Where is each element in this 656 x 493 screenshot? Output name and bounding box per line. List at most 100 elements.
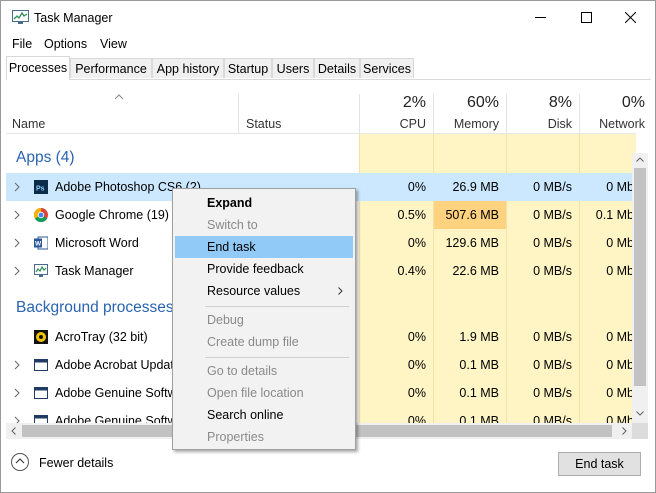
- process-cpu: 0%: [407, 236, 426, 250]
- process-disk: 0 MB/s: [533, 358, 572, 372]
- process-memory: 1.9 MB: [459, 330, 499, 344]
- collapse-circle-icon: [11, 453, 29, 471]
- maximize-button[interactable]: [563, 1, 609, 33]
- column-header-memory[interactable]: 60% Memory: [434, 80, 506, 133]
- column-header-status[interactable]: Status: [239, 80, 359, 133]
- vertical-scrollbar[interactable]: [632, 153, 648, 423]
- process-disk: 0 MB/s: [533, 330, 572, 344]
- disk-total-percent: 8%: [548, 94, 572, 111]
- group-header-apps[interactable]: Apps (4): [16, 149, 75, 167]
- process-cpu: 0%: [407, 386, 426, 400]
- tab-services[interactable]: Services: [360, 58, 414, 78]
- window-icon: [34, 387, 48, 399]
- process-memory: 26.9 MB: [434, 173, 506, 201]
- process-network: 0 Mb: [606, 330, 634, 344]
- menu-item-search-online[interactable]: Search online: [175, 404, 353, 426]
- process-cpu: 0%: [407, 330, 426, 344]
- tab-users[interactable]: Users: [272, 58, 314, 78]
- process-network: 0 Mb: [606, 236, 634, 250]
- chevron-right-icon[interactable]: [14, 210, 20, 220]
- process-network: 0 Mb: [580, 173, 636, 201]
- menu-item-resource-values-label: Resource values: [207, 284, 301, 298]
- column-header-cpu[interactable]: 2% CPU: [360, 80, 433, 133]
- menu-file[interactable]: File: [12, 37, 32, 51]
- process-cpu: 0.5%: [397, 208, 427, 222]
- chevron-right-icon[interactable]: [14, 360, 20, 370]
- menu-item-properties: Properties: [207, 430, 264, 444]
- memory-total-percent: 60%: [466, 94, 499, 111]
- chevron-right-icon[interactable]: [14, 266, 20, 276]
- submenu-arrow-icon: [338, 287, 343, 295]
- process-network: 0 Mb: [606, 386, 634, 400]
- scroll-right-icon[interactable]: [622, 427, 627, 435]
- window-title: Task Manager: [34, 11, 113, 25]
- context-menu: Expand Switch to End task Provide feedba…: [172, 188, 356, 450]
- svg-text:W: W: [35, 241, 42, 248]
- process-memory: 129.6 MB: [445, 236, 499, 250]
- scroll-left-icon[interactable]: [11, 427, 16, 435]
- cpu-label: CPU: [399, 117, 426, 131]
- process-name: Google Chrome (19): [55, 208, 169, 222]
- menu-item-resource-values[interactable]: Resource values: [175, 280, 353, 302]
- process-memory: 22.6 MB: [452, 264, 499, 278]
- process-memory: 507.6 MB: [434, 201, 506, 229]
- menu-bar: File Options View: [1, 34, 655, 54]
- process-disk: 0 MB/s: [533, 264, 572, 278]
- column-header-name[interactable]: Name: [6, 80, 238, 133]
- photoshop-icon: Ps: [34, 180, 48, 194]
- tab-app-history[interactable]: App history: [152, 58, 224, 78]
- chevron-right-icon[interactable]: [14, 238, 20, 248]
- cpu-total-percent: 2%: [402, 94, 426, 111]
- menu-options[interactable]: Options: [44, 37, 87, 51]
- menu-item-go-to-details: Go to details: [207, 364, 278, 378]
- maximize-icon: [580, 11, 592, 23]
- tab-strip: Processes Performance App history Startu…: [6, 56, 651, 80]
- word-icon: W: [34, 236, 48, 250]
- end-task-button[interactable]: End task: [558, 452, 641, 476]
- group-header-background[interactable]: Background processes: [16, 299, 174, 317]
- close-icon: [624, 11, 636, 23]
- menu-item-end-task[interactable]: End task: [175, 236, 353, 258]
- minimize-icon: [534, 16, 546, 18]
- tab-startup[interactable]: Startup: [224, 58, 272, 78]
- process-name: Adobe Acrobat Update: [55, 358, 181, 372]
- process-network: 0 Mb: [606, 264, 634, 278]
- minimize-button[interactable]: [517, 1, 563, 33]
- task-manager-app-icon: [12, 10, 29, 24]
- tab-performance[interactable]: Performance: [70, 58, 152, 78]
- process-disk: 0 MB/s: [533, 236, 572, 250]
- process-network: 0 Mb: [606, 358, 634, 372]
- column-name-label: Name: [12, 117, 46, 131]
- title-bar[interactable]: Task Manager: [1, 1, 655, 33]
- process-network: 0.1 Mb: [595, 208, 634, 222]
- fewer-details-button[interactable]: Fewer details: [11, 453, 131, 477]
- column-header-disk[interactable]: 8% Disk: [507, 80, 579, 133]
- scroll-down-icon[interactable]: [636, 411, 644, 416]
- menu-view[interactable]: View: [100, 37, 127, 51]
- process-name: AcroTray (32 bit): [55, 330, 148, 344]
- fewer-details-label: Fewer details: [39, 456, 114, 470]
- menu-item-open-file-location: Open file location: [207, 386, 304, 400]
- close-button[interactable]: [607, 1, 653, 33]
- process-disk: 0 MB/s: [533, 208, 572, 222]
- tab-details[interactable]: Details: [314, 58, 360, 78]
- acrotray-icon: [34, 330, 48, 344]
- vertical-scroll-thumb[interactable]: [634, 168, 646, 386]
- chrome-icon: [34, 208, 48, 222]
- task-manager-icon: [34, 264, 48, 277]
- sort-arrow-icon: [114, 94, 124, 100]
- chevron-right-icon[interactable]: [14, 388, 20, 398]
- column-header-network[interactable]: 0% Network: [580, 80, 651, 133]
- scroll-up-icon[interactable]: [636, 157, 644, 162]
- menu-item-expand[interactable]: Expand: [175, 192, 353, 214]
- menu-item-debug: Debug: [207, 313, 244, 327]
- chevron-right-icon[interactable]: [14, 182, 20, 192]
- menu-item-provide-feedback[interactable]: Provide feedback: [175, 258, 353, 280]
- network-label: Network: [599, 117, 645, 131]
- column-status-label: Status: [246, 117, 282, 131]
- tab-processes[interactable]: Processes: [6, 56, 70, 80]
- window-icon: [34, 359, 48, 371]
- scrollbar-corner: [632, 423, 648, 439]
- process-cpu: 0%: [407, 358, 426, 372]
- process-disk: 0 MB/s: [507, 173, 579, 201]
